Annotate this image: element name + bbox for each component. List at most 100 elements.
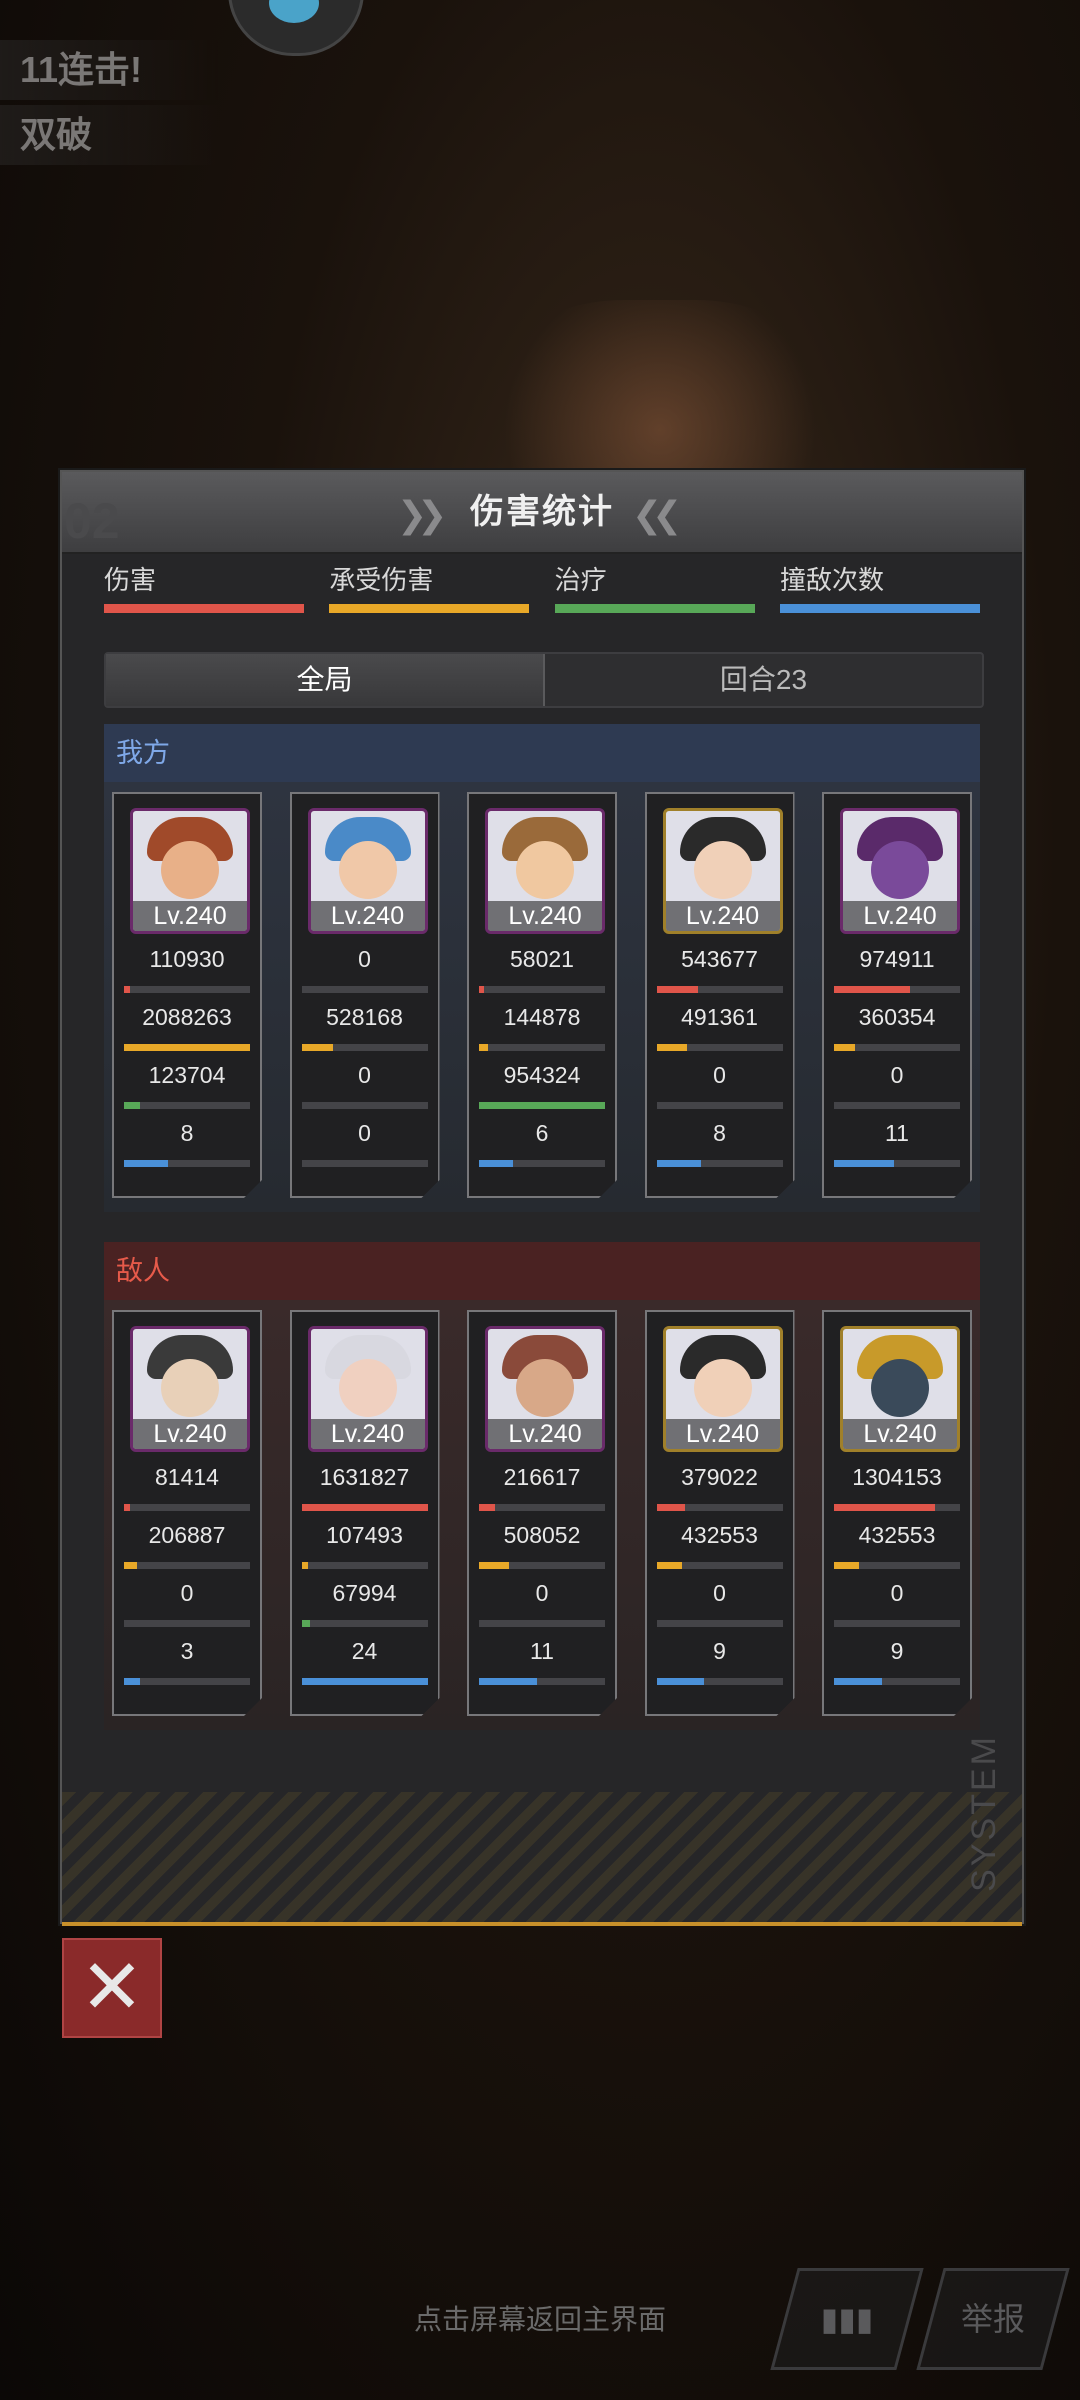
level-label: Lv.240	[666, 901, 780, 931]
legend-label: 撞敌次数	[779, 565, 884, 595]
panel-bottom-stripes	[62, 1792, 1022, 1922]
legend-damage: 伤害	[104, 562, 304, 622]
damage-value: 110930	[149, 946, 225, 972]
legend-bar	[779, 604, 980, 613]
legend-heal: 治疗	[554, 562, 755, 622]
level-label: Lv.240	[311, 1419, 425, 1449]
portrait-face	[871, 841, 929, 899]
damage-taken-value: 206887	[148, 1522, 226, 1548]
return-hint[interactable]: 点击屏幕返回主界面	[0, 2298, 1080, 2338]
heal-value: 0	[713, 1580, 726, 1606]
stat-bar	[657, 986, 783, 993]
stat-bar	[302, 1678, 428, 1685]
stat-bar	[657, 1620, 783, 1627]
hit-count-value: 8	[713, 1120, 726, 1146]
tab-bar: 全局 回合23	[104, 652, 984, 708]
legend-label: 伤害	[104, 565, 157, 595]
report-label: 举报	[960, 2301, 1025, 2337]
unit-card[interactable]: Lv.240 1304153 432553 0 9	[822, 1310, 972, 1716]
stat-bar-fill	[479, 1562, 509, 1569]
damage-taken-value: 528168	[326, 1004, 403, 1030]
hit-count-value: 8	[180, 1120, 194, 1146]
unit-card[interactable]: Lv.240 110930 2088263 123704 8	[112, 792, 262, 1198]
stat-bar	[657, 1160, 783, 1167]
unit-card[interactable]: Lv.240 0 528168 0 0	[290, 792, 440, 1198]
stat-bar-fill	[479, 1044, 488, 1051]
bar-chart-icon: ▮▮▮	[820, 2301, 874, 2337]
legend-label: 承受伤害	[329, 565, 434, 595]
break-text: 双破	[0, 105, 220, 165]
chevron-left-icon: ❯❯	[397, 494, 447, 535]
unit-card[interactable]: Lv.240 543677 491361 0 8	[645, 792, 795, 1198]
stat-bar	[834, 1562, 960, 1569]
stat-bar	[834, 1504, 960, 1511]
stat-bar	[657, 1678, 783, 1685]
character-portrait: Lv.240	[485, 1326, 605, 1452]
stat-bar	[834, 1044, 960, 1051]
report-button[interactable]: 举报	[916, 2268, 1070, 2370]
damage-value: 1631827	[319, 1464, 410, 1490]
stat-bar	[657, 1562, 783, 1569]
stat-bar-fill	[479, 1160, 513, 1167]
side-decoration: 02	[64, 493, 120, 549]
level-label: Lv.240	[488, 1419, 602, 1449]
stat-bar	[657, 1044, 783, 1051]
stat-bar	[124, 1562, 250, 1569]
enemy-title: 敌人	[104, 1242, 980, 1300]
stat-bar-fill	[124, 1044, 250, 1051]
character-portrait: Lv.240	[663, 808, 783, 934]
close-button[interactable]: ✕	[62, 1938, 162, 2038]
unit-card[interactable]: Lv.240 81414 206887 0 3	[112, 1310, 262, 1716]
stat-bar	[479, 986, 605, 993]
stat-bar	[302, 1504, 428, 1511]
character-portrait: Lv.240	[130, 1326, 250, 1452]
hit-count-value: 11	[530, 1638, 554, 1664]
stat-bar-fill	[834, 1678, 882, 1685]
damage-taken-value: 432553	[681, 1522, 758, 1548]
damage-taken-value: 2088263	[142, 1004, 232, 1030]
damage-value: 974911	[859, 946, 935, 972]
chevron-right-icon: ❮❮	[632, 494, 682, 535]
damage-taken-value: 432553	[858, 1522, 936, 1548]
unit-card[interactable]: Lv.240 58021 144878 954324 6	[467, 792, 617, 1198]
stats-button[interactable]: ▮▮▮	[770, 2268, 924, 2370]
unit-card[interactable]: Lv.240 216617 508052 0 11	[467, 1310, 617, 1716]
heal-value: 954324	[503, 1062, 581, 1088]
stat-bar-fill	[479, 1678, 537, 1685]
stat-bar-fill	[657, 1678, 705, 1685]
level-label: Lv.240	[311, 901, 425, 931]
hit-count-value: 3	[180, 1638, 194, 1664]
enemy-cards: Lv.240 81414 206887 0 3 Lv.240 1631827 107493 67…	[104, 1300, 980, 1730]
stat-bar-fill	[124, 1160, 168, 1167]
our-team-title: 我方	[104, 724, 980, 782]
tab-overall[interactable]: 全局	[106, 654, 545, 706]
stat-bar-fill	[657, 1160, 701, 1167]
heal-value: 123704	[148, 1062, 226, 1088]
stat-bar	[657, 1504, 783, 1511]
stat-bar	[479, 1678, 605, 1685]
level-label: Lv.240	[488, 901, 602, 931]
panel-bottom-line	[62, 1922, 1022, 1926]
stat-bar	[479, 1504, 605, 1511]
unit-card[interactable]: Lv.240 379022 432553 0 9	[645, 1310, 795, 1716]
stat-legend: 伤害 承受伤害 治疗 撞敌次数	[104, 562, 980, 622]
damage-value: 216617	[503, 1464, 581, 1490]
unit-card[interactable]: Lv.240 974911 360354 0 11	[822, 792, 972, 1198]
stat-bar	[479, 1044, 605, 1051]
heal-value: 0	[358, 1062, 371, 1088]
stat-bar-fill	[124, 1102, 140, 1109]
tab-round[interactable]: 回合23	[545, 654, 982, 706]
portrait-face	[339, 841, 397, 899]
level-label: Lv.240	[133, 1419, 247, 1449]
stat-bar	[834, 1160, 960, 1167]
hit-count-value: 24	[351, 1638, 378, 1664]
stat-bar	[479, 1160, 605, 1167]
stat-bar	[124, 1504, 250, 1511]
top-avatar	[228, 0, 364, 56]
unit-card[interactable]: Lv.240 1631827 107493 67994 24	[290, 1310, 440, 1716]
stat-bar-fill	[302, 1620, 311, 1627]
stat-bar	[302, 1044, 428, 1051]
stat-bar	[302, 1562, 428, 1569]
legend-bar	[104, 604, 304, 613]
legend-label: 治疗	[554, 565, 607, 595]
